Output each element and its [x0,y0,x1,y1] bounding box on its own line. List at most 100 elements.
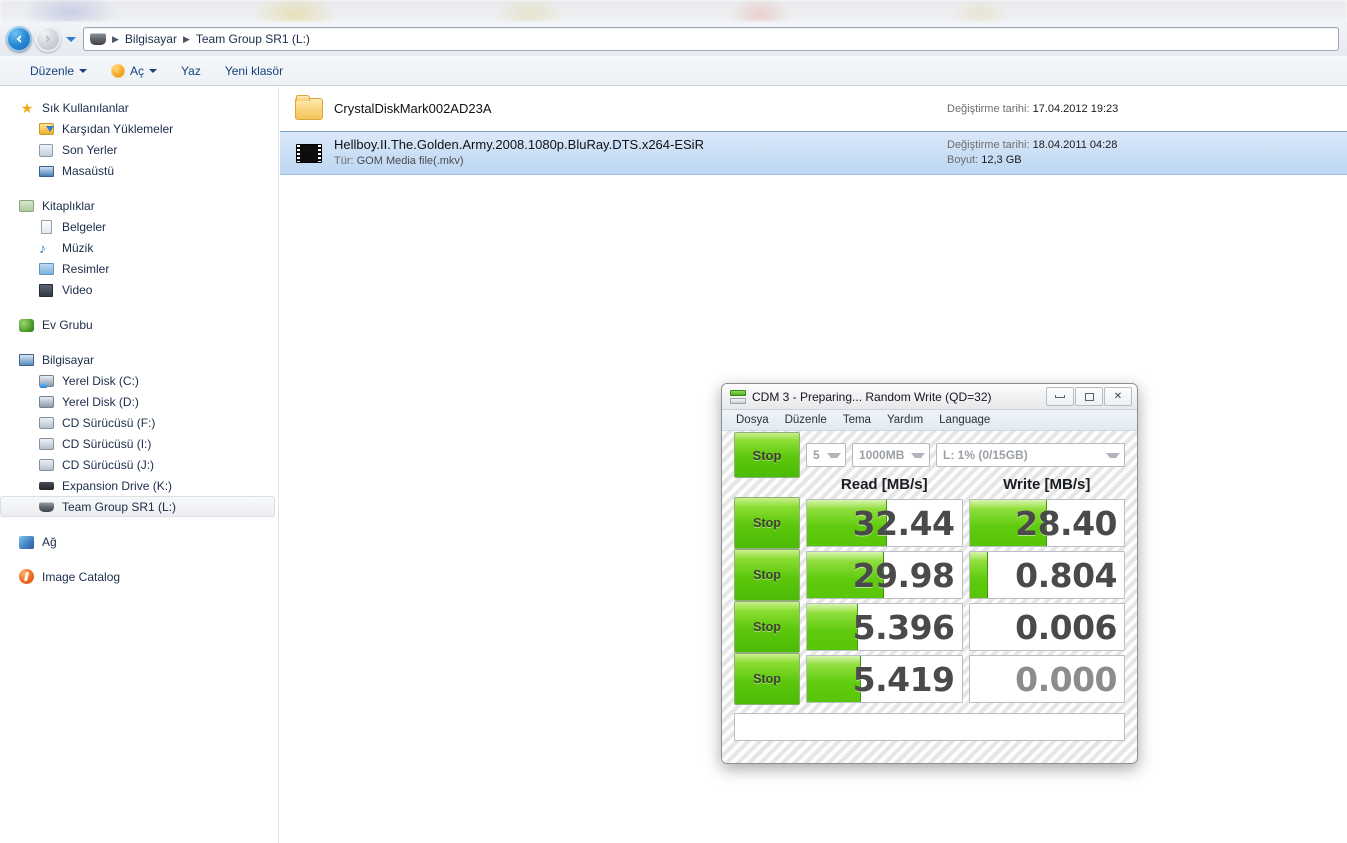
cdm-title-bar[interactable]: CDM 3 - Preparing... Random Write (QD=32… [722,384,1137,410]
chevron-down-icon [79,68,88,73]
back-button[interactable] [6,26,32,52]
sidebar-item-label: Yerel Disk (D:) [62,394,139,409]
image-catalog-icon [19,568,35,585]
read-result-cell: 29.98 [806,551,963,599]
file-size-value: 12,3 GB [981,154,1022,166]
runs-count-value: 5 [813,448,820,462]
file-date-value: 17.04.2012 19:23 [1032,102,1119,115]
runs-count-select[interactable]: 5 [806,443,846,467]
read-result-cell: 5.419 [806,655,963,703]
cdm-app-icon [730,389,746,404]
write-result-cell: 0.006 [968,603,1125,651]
burn-button[interactable]: Yaz [169,59,213,83]
benchmark-stop-button[interactable]: Stop [734,601,800,653]
menu-item-language[interactable]: Language [931,410,998,431]
menu-item-duzenle[interactable]: Düzenle [777,410,835,431]
benchmark-row: Stop 5.396 0.006 [734,601,1125,653]
file-list-item[interactable]: CrystalDiskMark002AD23A Değiştirme tarihi… [280,87,1347,131]
cd-drive-icon [39,436,55,452]
breadcrumb-item-drive[interactable]: Team Group SR1 (L:) [196,32,310,46]
sidebar-item-label: Kitaplıklar [42,198,95,213]
sidebar-item-cd-s-r-c-s-j[interactable]: CD Sürücüsü (J:) [0,454,279,475]
file-name: CrystalDiskMark002AD23A [334,101,492,116]
breadcrumb-item-computer[interactable]: Bilgisayar [125,32,177,46]
open-button[interactable]: Aç [99,59,169,83]
sidebar-group-spacer [0,335,279,349]
windows-explorer-window: ▶ Bilgisayar ▶ Team Group SR1 (L:) Düzen… [0,0,1347,843]
sidebar-group-spacer [0,181,279,195]
menu-item-dosya[interactable]: Dosya [728,410,777,431]
sidebar-item-ev-grubu[interactable]: Ev Grubu [0,314,279,335]
read-result-value: 32.44 [852,503,955,543]
sidebar-item-label: Yerel Disk (C:) [62,373,139,388]
libraries-icon [19,198,35,214]
sidebar-item-label: Sık Kullanılanlar [42,100,129,115]
organize-button[interactable]: Düzenle [18,59,99,83]
file-date-line: Değiştirme tarihi: 18.04.2011 04:28 [947,138,1337,153]
sidebar-item-expansion-drive-k[interactable]: Expansion Drive (K:) [0,475,279,496]
sidebar-item-video[interactable]: Video [0,279,279,300]
sidebar-item-yerel-disk-d[interactable]: Yerel Disk (D:) [0,391,279,412]
target-drive-select[interactable]: L: 1% (0/15GB) [936,443,1125,467]
organize-label: Düzenle [30,63,75,78]
benchmark-stop-button[interactable]: Stop [734,549,800,601]
write-result-cell: 0.000 [968,655,1125,703]
folder-icon [292,95,326,120]
benchmark-row: Stop 5.419 0.000 [734,653,1125,705]
all-stop-button[interactable]: Stop [734,432,800,478]
cdm-status-box [734,713,1125,741]
sidebar-item-label: Ağ [42,534,57,549]
sidebar-item-son-yerler[interactable]: Son Yerler [0,139,279,160]
sidebar-item-belgeler[interactable]: Belgeler [0,216,279,237]
sidebar-item-yerel-disk-c[interactable]: Yerel Disk (C:) [0,370,279,391]
sidebar-item-s-k-kullan-lanlar[interactable]: ★ Sık Kullanılanlar [0,97,279,118]
navigation-bar: ▶ Bilgisayar ▶ Team Group SR1 (L:) [0,22,1347,56]
sidebar-item-resimler[interactable]: Resimler [0,258,279,279]
write-column-header: Write [MB/s] [1003,475,1091,493]
external-drive-icon [39,478,55,494]
sidebar-item-label: Expansion Drive (K:) [62,478,173,493]
maximize-button[interactable] [1075,387,1103,406]
drive-icon [90,33,106,45]
menu-item-tema[interactable]: Tema [835,410,879,431]
sidebar-item-kar-dan-y-klemeler[interactable]: Karşıdan Yüklemeler [0,118,279,139]
sidebar-item-kitapl-klar[interactable]: Kitaplıklar [0,195,279,216]
sidebar-item-label: CD Sürücüsü (J:) [62,457,155,472]
chevron-down-icon [911,452,925,458]
recent-pages-dropdown[interactable] [63,29,79,49]
address-bar[interactable]: ▶ Bilgisayar ▶ Team Group SR1 (L:) [83,27,1339,51]
file-type-label: Tür: [334,155,354,167]
sidebar-item-a[interactable]: Ağ [0,531,279,552]
computer-icon [19,352,35,368]
test-size-value: 1000MB [859,448,905,462]
sidebar-group-spacer [0,517,279,531]
sidebar-item-label: CD Sürücüsü (F:) [62,415,156,430]
sidebar-item-team-group-sr1-l[interactable]: Team Group SR1 (L:) [0,496,275,517]
new-folder-button[interactable]: Yeni klasör [213,59,295,83]
test-size-select[interactable]: 1000MB [852,443,930,467]
benchmark-stop-button[interactable]: Stop [734,653,800,705]
sidebar-item-cd-s-r-c-s-f[interactable]: CD Sürücüsü (F:) [0,412,279,433]
breadcrumb-separator: ▶ [112,33,119,44]
target-drive-value: L: 1% (0/15GB) [943,448,1028,462]
read-result-value: 29.98 [852,555,955,595]
sidebar-item-image-catalog[interactable]: Image Catalog [0,566,279,587]
desktop-icon [39,163,55,179]
forward-button[interactable] [35,26,61,52]
sidebar-item-cd-s-r-c-s-i[interactable]: CD Sürücüsü (I:) [0,433,279,454]
file-metadata: Değiştirme tarihi: 18.04.2011 04:28 Boyut… [947,138,1347,168]
sidebar-item-masa-st[interactable]: Masaüstü [0,160,279,181]
sidebar-item-label: Müzik [62,240,94,255]
close-icon[interactable]: ✕ [1104,387,1132,406]
file-name-block: CrystalDiskMark002AD23A [326,101,947,117]
sidebar-item-bilgisayar[interactable]: Bilgisayar [0,349,279,370]
file-date-label: Değiştirme tarihi: [947,139,1030,151]
file-list-item[interactable]: Hellboy.II.The.Golden.Army.2008.1080p.Bl… [280,131,1347,175]
cd-drive-icon [39,457,55,473]
benchmark-stop-button[interactable]: Stop [734,497,800,549]
chevron-down-icon [1106,452,1120,458]
minimize-button[interactable] [1046,387,1074,406]
menu-item-yardim[interactable]: Yardım [879,410,931,431]
cdm-body: Stop 5 1000MB L: 1% (0/15GB) Read [MB/s]… [722,431,1137,763]
sidebar-item-m-zik[interactable]: ♪ Müzik [0,237,279,258]
